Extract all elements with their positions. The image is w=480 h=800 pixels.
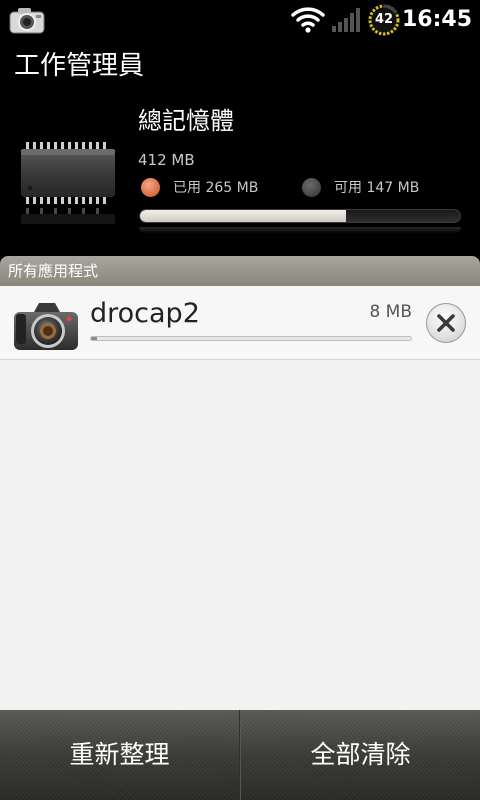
clear-all-button[interactable]: 全部清除: [241, 710, 480, 800]
app-name: drocap2: [90, 298, 200, 329]
memory-usage-bar-fill: [140, 210, 346, 222]
camera-icon: [9, 8, 45, 34]
task-manager-screen: 42 16:45 工作管理員 總記憶體 412 MB 已用 265 MB 可用 …: [0, 0, 480, 800]
free-legend-dot: [302, 178, 321, 197]
end-task-button[interactable]: [426, 303, 466, 343]
memory-chip-icon: [21, 142, 115, 224]
refresh-button[interactable]: 重新整理: [0, 710, 239, 800]
status-time: 16:45: [401, 7, 472, 32]
signal-icon: [332, 8, 360, 32]
memory-bar-reflection: [139, 227, 461, 234]
section-header-label: 所有應用程式: [8, 262, 99, 280]
free-memory-label: 可用 147 MB: [334, 180, 420, 196]
memory-total: 412 MB: [138, 151, 195, 169]
used-legend-dot: [141, 178, 160, 197]
page-title: 工作管理員: [14, 51, 145, 81]
battery-icon: 42: [367, 4, 401, 36]
used-memory-label: 已用 265 MB: [173, 180, 259, 196]
app-list: drocap2 8 MB: [0, 286, 480, 710]
wifi-icon: [291, 7, 325, 33]
bottom-action-bar: 重新整理 全部清除: [0, 710, 480, 800]
memory-title: 總記憶體: [138, 107, 234, 135]
memory-usage-bar: [139, 209, 461, 223]
app-memory-bar: [90, 336, 412, 341]
list-item[interactable]: drocap2 8 MB: [0, 286, 480, 360]
camera-icon: [14, 303, 78, 350]
close-icon: [437, 314, 455, 332]
battery-level-text: 42: [374, 12, 394, 27]
app-memory-bar-fill: [91, 337, 98, 340]
section-header: 所有應用程式: [0, 256, 480, 286]
app-memory-size: 8 MB: [369, 302, 412, 322]
status-bar: 42 16:45: [0, 0, 480, 38]
